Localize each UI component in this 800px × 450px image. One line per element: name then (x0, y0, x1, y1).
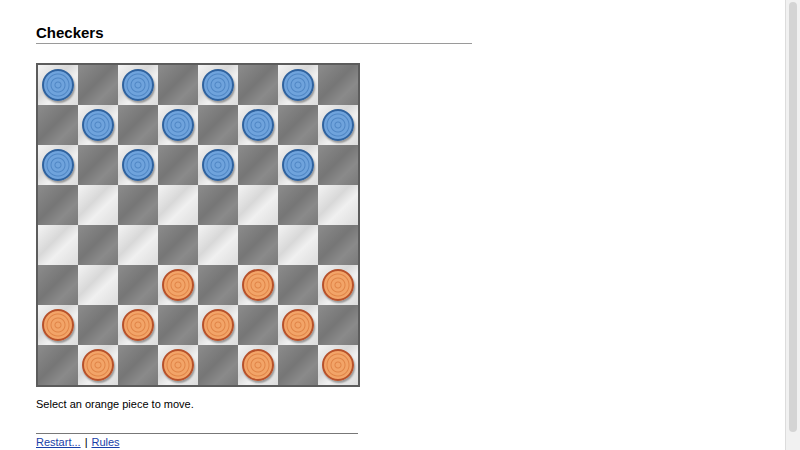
board-square[interactable] (278, 305, 318, 345)
board-square[interactable] (198, 305, 238, 345)
board-square[interactable] (118, 185, 158, 225)
board-square[interactable] (158, 65, 198, 105)
board-square[interactable] (278, 145, 318, 185)
orange-piece[interactable] (82, 349, 114, 381)
board-square[interactable] (238, 185, 278, 225)
board-square[interactable] (198, 145, 238, 185)
blue-piece (282, 149, 314, 181)
orange-piece[interactable] (322, 269, 354, 301)
board-square[interactable] (278, 225, 318, 265)
board-square[interactable] (118, 345, 158, 385)
board-square[interactable] (118, 105, 158, 145)
board-square[interactable] (238, 145, 278, 185)
board-square[interactable] (118, 265, 158, 305)
board-square[interactable] (158, 345, 198, 385)
board-square[interactable] (318, 265, 358, 305)
board-square[interactable] (238, 265, 278, 305)
board-square[interactable] (38, 145, 78, 185)
footer-links: Restart... |Rules (36, 433, 358, 449)
board-square[interactable] (38, 105, 78, 145)
blue-piece (202, 69, 234, 101)
board-square[interactable] (78, 145, 118, 185)
orange-piece[interactable] (322, 349, 354, 381)
board-square[interactable] (198, 105, 238, 145)
blue-piece (322, 109, 354, 141)
board-square[interactable] (158, 105, 198, 145)
board-square[interactable] (198, 185, 238, 225)
board-square[interactable] (238, 105, 278, 145)
orange-piece[interactable] (242, 349, 274, 381)
board-square[interactable] (38, 305, 78, 345)
blue-piece (162, 109, 194, 141)
checkers-board (36, 63, 360, 387)
scrollbar-thumb[interactable] (789, 2, 797, 432)
blue-piece (42, 149, 74, 181)
board-square[interactable] (198, 65, 238, 105)
board-square[interactable] (278, 65, 318, 105)
orange-piece[interactable] (202, 309, 234, 341)
board-square[interactable] (38, 225, 78, 265)
board-square[interactable] (158, 265, 198, 305)
orange-piece[interactable] (162, 349, 194, 381)
orange-piece[interactable] (162, 269, 194, 301)
board-square[interactable] (318, 305, 358, 345)
link-separator: | (85, 435, 88, 449)
board-square[interactable] (158, 225, 198, 265)
content: Checkers Select an orange piece to move. R… (0, 0, 785, 450)
board-square[interactable] (38, 345, 78, 385)
board-square[interactable] (318, 345, 358, 385)
board-square[interactable] (318, 65, 358, 105)
blue-piece (122, 69, 154, 101)
board-square[interactable] (238, 225, 278, 265)
board-square[interactable] (318, 225, 358, 265)
board-square[interactable] (38, 65, 78, 105)
blue-piece (42, 69, 74, 101)
blue-piece (282, 69, 314, 101)
blue-piece (122, 149, 154, 181)
board-square[interactable] (78, 345, 118, 385)
board-square[interactable] (278, 265, 318, 305)
board-square[interactable] (158, 185, 198, 225)
board-square[interactable] (78, 105, 118, 145)
blue-piece (82, 109, 114, 141)
board-square[interactable] (78, 225, 118, 265)
board-square[interactable] (318, 105, 358, 145)
board-square[interactable] (238, 65, 278, 105)
board-square[interactable] (78, 305, 118, 345)
board-square[interactable] (118, 305, 158, 345)
board-square[interactable] (158, 145, 198, 185)
footer-link[interactable]: Restart... (36, 435, 81, 449)
orange-piece[interactable] (42, 309, 74, 341)
board-square[interactable] (278, 185, 318, 225)
board-square[interactable] (238, 345, 278, 385)
board-square[interactable] (278, 345, 318, 385)
board-square[interactable] (198, 225, 238, 265)
blue-piece (242, 109, 274, 141)
footer-link[interactable]: Rules (91, 435, 119, 449)
board-square[interactable] (318, 145, 358, 185)
orange-piece[interactable] (242, 269, 274, 301)
board-square[interactable] (318, 185, 358, 225)
status-message: Select an orange piece to move. (36, 397, 785, 411)
scrollbar[interactable] (785, 0, 800, 450)
board-square[interactable] (38, 265, 78, 305)
board-square[interactable] (118, 145, 158, 185)
board-square[interactable] (278, 105, 318, 145)
board-square[interactable] (78, 185, 118, 225)
blue-piece (202, 149, 234, 181)
board-square[interactable] (158, 305, 198, 345)
page: Checkers Select an orange piece to move. R… (0, 0, 800, 450)
board-square[interactable] (78, 65, 118, 105)
board-square[interactable] (238, 305, 278, 345)
orange-piece[interactable] (282, 309, 314, 341)
board-square[interactable] (38, 185, 78, 225)
board-square[interactable] (118, 65, 158, 105)
board-square[interactable] (198, 345, 238, 385)
orange-piece[interactable] (122, 309, 154, 341)
page-title: Checkers (36, 24, 472, 44)
board-square[interactable] (198, 265, 238, 305)
board-square[interactable] (78, 265, 118, 305)
board-square[interactable] (118, 225, 158, 265)
